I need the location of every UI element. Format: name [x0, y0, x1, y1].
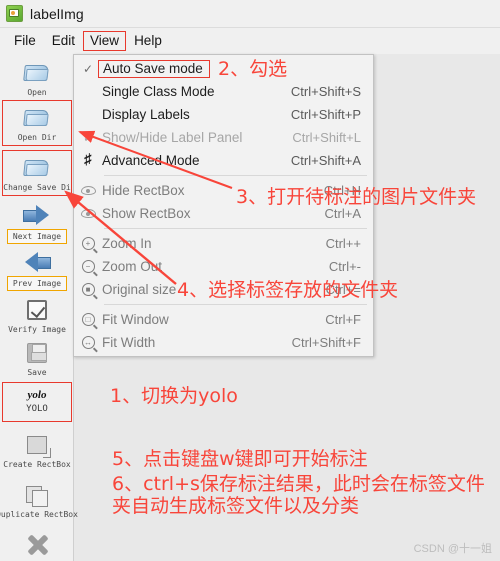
format-toggle-icon: yolo YOLO — [26, 385, 48, 419]
toolbar-item-verify-image[interactable]: Verify Image — [0, 295, 74, 335]
menu-item-display-labels-label: Display Labels — [102, 107, 190, 122]
menu-item-advanced-mode-shortcut: Ctrl+Shift+A — [290, 153, 361, 168]
fit-window-icon: □ — [74, 313, 102, 326]
delete-rect-icon — [20, 530, 54, 560]
toolbar-label-verify-image: Verify Image — [8, 325, 66, 334]
eye-icon — [74, 186, 102, 195]
menu-item-show-hide-label-panel: ✓ Show/Hide Label Panel Ctrl+Shift+L — [74, 126, 373, 149]
menu-item-auto-save-mode-label: Auto Save mode — [98, 60, 210, 78]
menu-item-zoom-out[interactable]: − Zoom Out Ctrl+- — [74, 255, 373, 278]
menu-item-fit-width-label: Fit Width — [102, 335, 156, 350]
toolbar-label-open: Open — [27, 88, 47, 97]
toolbar-item-change-save-dir[interactable]: Change Save Di — [2, 150, 72, 196]
annotation-step-5: 5、点击键盘w键即可开始标注 — [112, 448, 368, 470]
menu-item-single-class-mode-shortcut: Ctrl+Shift+S — [290, 84, 361, 99]
toolbar-item-next-image[interactable]: Next Image — [0, 200, 74, 244]
menu-item-fit-window-shortcut: Ctrl+F — [325, 312, 361, 327]
toolbar-label-yolo-italic: yolo — [27, 389, 47, 401]
menu-item-fit-window-label: Fit Window — [102, 312, 169, 327]
checkbox-icon — [20, 295, 54, 325]
folder-icon — [20, 58, 54, 88]
menu-edit[interactable]: Edit — [44, 31, 83, 51]
annotation-step-3: 3、打开待标注的图片文件夹 — [236, 186, 477, 208]
toolbar-item-create-rectbox[interactable]: Create RectBox — [0, 430, 74, 470]
zoom-in-icon: + — [74, 237, 102, 250]
check-icon: ✓ — [82, 130, 94, 145]
create-rect-icon — [20, 430, 54, 460]
toolbar-item-duplicate-rectbox[interactable]: Duplicate RectBox — [0, 480, 78, 520]
menu-separator — [104, 175, 367, 176]
toolbar-label-change-save-dir: Change Save Di — [3, 183, 71, 192]
title-bar: labelImg — [0, 0, 500, 28]
menu-item-single-class-mode[interactable]: Single Class Mode Ctrl+Shift+S — [74, 80, 373, 103]
floppy-disk-icon — [20, 338, 54, 368]
toolbar-item-delete-rectbox[interactable]: Delete RectBox — [0, 530, 74, 561]
menu-item-show-hide-label-panel-shortcut: Ctrl+Shift+L — [292, 130, 361, 145]
toolbar-label-save: Save — [27, 368, 47, 377]
menu-item-show-hide-label-panel-label: Show/Hide Label Panel — [102, 130, 243, 145]
toolbar-label-create-rectbox: Create RectBox — [3, 460, 71, 469]
toolbar-item-save[interactable]: Save — [0, 338, 74, 378]
arrow-right-icon — [20, 200, 54, 230]
menu-item-zoom-in-shortcut: Ctrl++ — [325, 236, 361, 251]
toolbar-label-duplicate-rectbox: Duplicate RectBox — [0, 510, 78, 519]
watermark: CSDN @十一姐 — [413, 543, 492, 555]
menu-file[interactable]: File — [6, 31, 44, 51]
left-toolbar: Open Open Dir Change Save Di Next Image … — [0, 54, 78, 561]
toolbar-label-prev-image: Prev Image — [6, 276, 68, 291]
menu-item-advanced-mode[interactable]: ♯ Advanced Mode Ctrl+Shift+A — [74, 149, 373, 172]
menu-view[interactable]: View — [83, 31, 127, 51]
menu-item-display-labels-shortcut: Ctrl+Shift+P — [290, 107, 361, 122]
annotation-step-2: 2、勾选 — [218, 58, 288, 80]
menu-item-zoom-out-shortcut: Ctrl+- — [328, 259, 361, 274]
fit-width-icon: ↔ — [74, 336, 102, 349]
duplicate-rect-icon — [20, 480, 54, 510]
window-title: labelImg — [30, 5, 84, 22]
menu-item-display-labels[interactable]: Display Labels Ctrl+Shift+P — [74, 103, 373, 126]
annotation-step-1: 1、切换为yolo — [110, 385, 238, 407]
zoom-out-icon: − — [74, 260, 102, 273]
menu-item-fit-window[interactable]: □ Fit Window Ctrl+F — [74, 308, 373, 331]
menu-item-single-class-mode-label: Single Class Mode — [102, 84, 215, 99]
eye-icon — [74, 209, 102, 218]
menu-help[interactable]: Help — [126, 31, 170, 51]
menu-item-fit-width[interactable]: ↔ Fit Width Ctrl+Shift+F — [74, 331, 373, 354]
menu-item-advanced-mode-label: Advanced Mode — [102, 153, 200, 168]
folder-icon — [20, 103, 54, 133]
annotation-step-6: 6、ctrl+s保存标注结果，此时会在标签文件夹自动生成标签文件以及分类 — [112, 473, 485, 518]
menu-item-fit-width-shortcut: Ctrl+Shift+F — [291, 335, 361, 350]
labelimg-window: labelImg File Edit View Help Open Open D… — [0, 0, 500, 561]
toolbar-label-next-image: Next Image — [6, 229, 68, 244]
menu-bar: File Edit View Help — [0, 28, 500, 54]
toolbar-item-open-dir[interactable]: Open Dir — [2, 100, 72, 146]
toolbar-label-yolo: YOLO — [26, 404, 48, 414]
menu-item-zoom-in[interactable]: + Zoom In Ctrl++ — [74, 232, 373, 255]
menu-item-zoom-out-label: Zoom Out — [102, 259, 163, 274]
menu-separator — [104, 228, 367, 229]
toolbar-label-open-dir: Open Dir — [17, 133, 57, 142]
menu-item-zoom-in-label: Zoom In — [102, 236, 152, 251]
toolbar-item-format-yolo[interactable]: yolo YOLO — [2, 382, 72, 422]
toolbar-item-prev-image[interactable]: Prev Image — [0, 247, 74, 291]
arrow-left-icon — [20, 247, 54, 277]
annotation-step-4: 4、选择标签存放的文件夹 — [177, 279, 399, 301]
labelimg-app-icon — [6, 5, 23, 22]
menu-separator — [104, 304, 367, 305]
folder-icon — [20, 153, 54, 183]
toolbar-item-open[interactable]: Open — [0, 58, 74, 98]
zoom-original-icon: ■ — [74, 283, 102, 296]
advanced-mode-icon: ♯ — [84, 152, 92, 168]
